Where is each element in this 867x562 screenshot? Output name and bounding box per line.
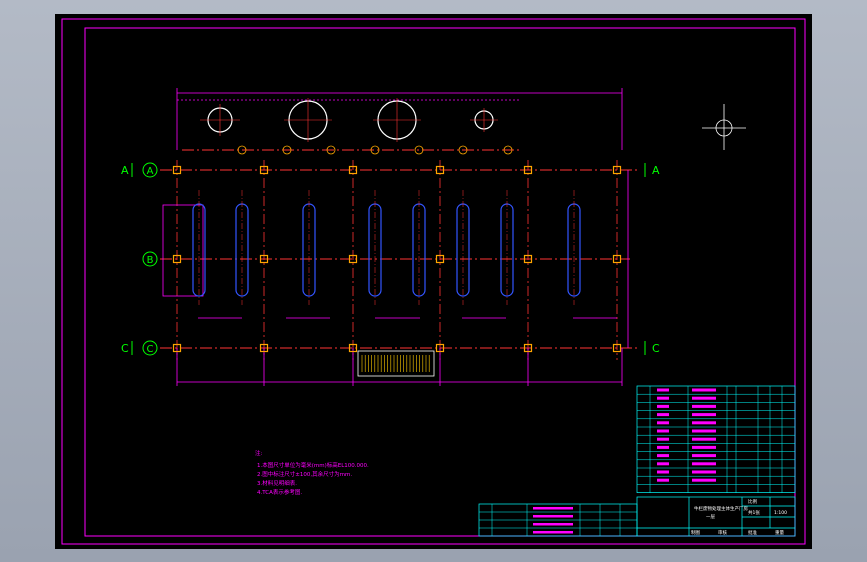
- revision-text-3: [533, 531, 573, 534]
- title-main: 牛栏废物处理主体生产厂房: [694, 505, 748, 512]
- section-mark-c-right: C: [652, 342, 660, 355]
- note-4: 4.TCA表示参考图.: [257, 488, 302, 496]
- note-3: 3.材料见明细表.: [257, 479, 297, 487]
- parts-code-10: [657, 470, 669, 474]
- parts-name-7: [692, 445, 716, 449]
- parts-code-4: [657, 421, 669, 425]
- weight-label: 重量: [775, 529, 784, 536]
- parts-code-3: [657, 413, 669, 417]
- parts-name-1: [692, 396, 716, 400]
- scale-label: 比例: [748, 498, 757, 505]
- parts-code-7: [657, 445, 669, 449]
- drawn-label: 制图: [691, 529, 700, 536]
- parts-code-0: [657, 388, 669, 392]
- revision-text-2: [533, 523, 573, 526]
- parts-code-2: [657, 404, 669, 408]
- parts-name-3: [692, 413, 716, 417]
- approved-label: 批准: [748, 529, 757, 536]
- parts-name-4: [692, 421, 716, 425]
- axis-label-b: B: [147, 255, 154, 266]
- parts-code-8: [657, 454, 669, 458]
- parts-code-6: [657, 437, 669, 441]
- parts-name-11: [692, 478, 716, 482]
- parts-name-8: [692, 454, 716, 458]
- sheet-value: 共1张: [748, 509, 760, 516]
- parts-name-9: [692, 462, 716, 466]
- drawing-sheet[interactable]: A B C A C A C 注: 1.本图尺寸单位为毫米(mm)标高EL100.…: [0, 0, 867, 562]
- revision-text-1: [533, 515, 573, 518]
- parts-name-6: [692, 437, 716, 441]
- cad-viewport[interactable]: A B C A C A C 注: 1.本图尺寸单位为毫米(mm)标高EL100.…: [0, 0, 867, 562]
- note-1: 1.本图尺寸单位为毫米(mm)标高EL100.000.: [257, 461, 369, 469]
- note-2: 2.图中标注尺寸±100,其余尺寸为mm.: [257, 470, 352, 478]
- checked-label: 审核: [718, 529, 727, 536]
- parts-code-9: [657, 462, 669, 466]
- title-sub: 一层: [706, 514, 715, 520]
- section-mark-a-right: A: [652, 164, 660, 177]
- revision-text-0: [533, 507, 573, 510]
- axis-label-c: C: [147, 344, 154, 355]
- section-mark-c-left: C: [121, 342, 129, 355]
- parts-code-1: [657, 396, 669, 400]
- scale-value: 1:100: [774, 510, 787, 516]
- drawing-background: [55, 14, 812, 549]
- section-mark-a-left: A: [121, 164, 129, 177]
- axis-label-a: A: [147, 166, 154, 177]
- notes-title: 注:: [255, 449, 263, 457]
- parts-name-2: [692, 404, 716, 408]
- parts-code-5: [657, 429, 669, 433]
- parts-code-11: [657, 478, 669, 482]
- parts-name-0: [692, 388, 716, 392]
- parts-name-10: [692, 470, 716, 474]
- parts-name-5: [692, 429, 716, 433]
